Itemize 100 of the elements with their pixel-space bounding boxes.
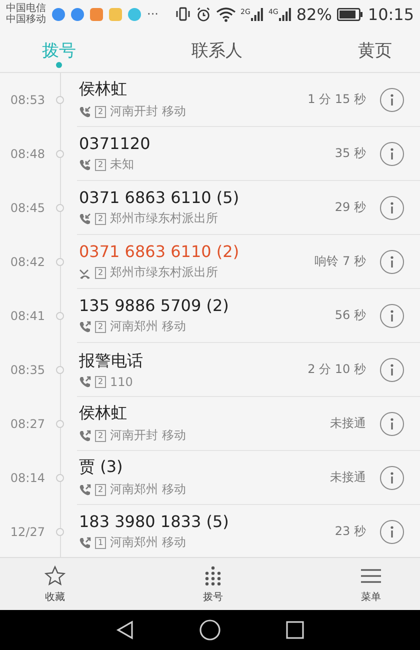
info-button[interactable] <box>380 520 404 544</box>
outgoing-call-icon <box>79 320 91 332</box>
call-duration: 响铃 7 秒 <box>314 253 366 270</box>
caller-location: 河南郑州 移动 <box>110 318 186 335</box>
timeline-dot <box>56 528 64 536</box>
missed-call-icon <box>79 266 91 278</box>
call-time: 08:42 <box>9 255 45 269</box>
info-icon <box>390 472 394 484</box>
info-button[interactable] <box>380 88 404 112</box>
timeline-dot <box>56 258 64 266</box>
info-button[interactable] <box>380 304 404 328</box>
sim-number: 2 <box>95 484 106 496</box>
info-icon <box>390 418 394 430</box>
caller-name: 0371 6863 6110 (2) <box>79 242 240 261</box>
call-duration: 23 秒 <box>334 523 366 540</box>
info-icon <box>390 148 394 160</box>
bottom-bar-button[interactable]: 菜单 <box>360 558 382 610</box>
back-icon[interactable] <box>115 620 135 640</box>
alarm-icon <box>196 6 211 22</box>
sim-number: 2 <box>95 212 106 224</box>
call-time: 08:14 <box>9 471 45 485</box>
info-button[interactable] <box>380 412 404 436</box>
timeline-dot <box>56 474 64 482</box>
caller-location: 郑州市绿东村派出所 <box>110 264 218 281</box>
outgoing-call-icon <box>79 376 91 388</box>
wifi-icon <box>216 6 236 22</box>
star-icon <box>44 564 66 586</box>
info-icon <box>390 256 394 268</box>
carrier-name: 中国电信 <box>6 3 46 14</box>
incoming-call-icon <box>79 106 91 118</box>
tab[interactable]: 黄页 <box>352 28 398 72</box>
more-notifications: ··· <box>147 7 158 21</box>
info-button[interactable] <box>380 466 404 490</box>
info-icon <box>390 526 394 538</box>
vibrate-icon <box>174 7 191 21</box>
sim-number: 2 <box>95 430 106 442</box>
caller-name: 0371 6863 6110 (5) <box>79 188 240 207</box>
sim-number: 2 <box>95 266 106 278</box>
info-button[interactable] <box>380 142 404 166</box>
call-duration: 1 分 15 秒 <box>308 91 366 108</box>
call-time: 08:41 <box>9 309 45 323</box>
tab[interactable]: 联系人 <box>186 28 248 72</box>
call-duration: 未接通 <box>330 469 366 486</box>
info-icon <box>390 310 394 322</box>
call-duration: 56 秒 <box>334 307 366 324</box>
call-time: 08:48 <box>9 147 45 161</box>
sim-number: 2 <box>95 320 106 332</box>
sim-number: 2 <box>95 106 106 118</box>
call-time: 08:45 <box>9 201 45 215</box>
signal-icon <box>279 8 292 20</box>
call-duration: 35 秒 <box>334 145 366 162</box>
sim-number: 2 <box>95 158 106 170</box>
call-time: 08:35 <box>9 363 45 377</box>
carrier-name: 中国移动 <box>6 14 46 25</box>
caller-name: 0371120 <box>79 134 152 153</box>
call-time: 08:27 <box>9 417 45 431</box>
bottom-bar-button[interactable]: 收藏 <box>44 558 66 610</box>
battery-icon <box>336 8 363 20</box>
app-notification-icon <box>52 8 65 20</box>
outgoing-call-icon <box>79 484 91 496</box>
info-button[interactable] <box>380 196 404 220</box>
timeline-dot <box>56 312 64 320</box>
caller-name: 侯林虹 <box>79 403 128 424</box>
call-duration: 2 分 10 秒 <box>308 361 366 378</box>
caller-name: 135 9886 5709 (2) <box>79 296 230 315</box>
outgoing-call-icon <box>79 430 91 442</box>
signal-icon <box>251 8 264 20</box>
call-time: 08:53 <box>9 93 45 107</box>
info-icon <box>390 202 394 214</box>
app-notification-icon <box>71 8 84 20</box>
clock-time: 10:15 <box>368 4 414 24</box>
app-notification-icon <box>128 8 141 20</box>
timeline-dot <box>56 150 64 158</box>
bottom-bar-button[interactable]: 拨号 <box>203 558 223 610</box>
home-icon[interactable] <box>199 619 221 641</box>
caller-location: 郑州市绿东村派出所 <box>110 210 218 227</box>
outgoing-call-icon <box>79 536 91 548</box>
caller-name: 侯林虹 <box>79 79 128 100</box>
timeline-dot <box>56 204 64 212</box>
info-icon <box>390 364 394 376</box>
info-button[interactable] <box>380 358 404 382</box>
timeline-dot <box>56 96 64 104</box>
timeline-dot <box>56 366 64 374</box>
caller-location: 河南开封 移动 <box>110 103 186 120</box>
incoming-call-icon <box>79 158 91 170</box>
info-button[interactable] <box>380 250 404 274</box>
sim-number: 2 <box>95 376 106 388</box>
call-time: 12/27 <box>9 525 45 539</box>
caller-name: 报警电话 <box>79 350 144 372</box>
dialpad-icon <box>203 564 223 586</box>
caller-location: 河南郑州 移动 <box>110 534 186 551</box>
call-duration: 29 秒 <box>334 199 366 216</box>
caller-location: 未知 <box>110 156 134 173</box>
caller-name: 183 3980 1833 (5) <box>79 512 230 531</box>
app-notification-icon <box>109 8 122 20</box>
battery-percent: 82% <box>296 4 332 24</box>
sim-number: 1 <box>95 536 106 548</box>
recent-apps-icon[interactable] <box>285 620 305 640</box>
caller-location: 河南郑州 移动 <box>110 481 186 498</box>
timeline-dot <box>56 420 64 428</box>
